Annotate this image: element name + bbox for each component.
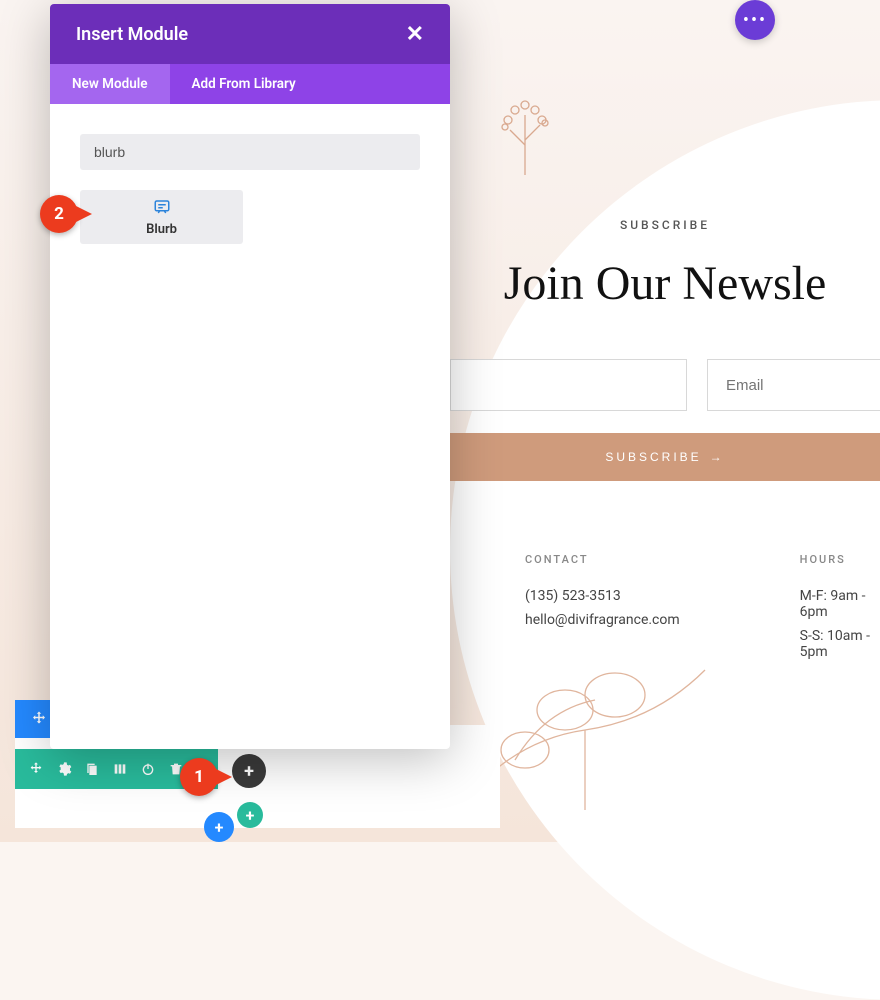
close-icon: ✕ bbox=[406, 22, 424, 47]
hours-column: HOURS M-F: 9am - 6pm S-S: 10am - 5pm bbox=[800, 553, 880, 668]
columns-icon bbox=[112, 761, 128, 777]
page-options-button[interactable]: ••• bbox=[735, 0, 775, 40]
email-field[interactable] bbox=[707, 359, 880, 411]
annotation-2: 2 bbox=[40, 195, 92, 233]
panel-title: Insert Module bbox=[76, 24, 188, 45]
panel-header: Insert Module ✕ bbox=[50, 4, 450, 64]
row-settings-button[interactable] bbox=[51, 756, 77, 782]
row-duplicate-button[interactable] bbox=[79, 756, 105, 782]
add-section-button[interactable]: + bbox=[204, 812, 234, 842]
hours-heading: HOURS bbox=[800, 553, 880, 566]
gear-icon bbox=[56, 761, 72, 777]
tab-add-from-library[interactable]: Add From Library bbox=[170, 64, 318, 104]
annotation-1: 1 bbox=[180, 758, 232, 796]
hours-line2: S-S: 10am - 5pm bbox=[800, 628, 880, 660]
newsletter-section: SUBSCRIBE Join Our Newsle SUBSCRIBE → CO… bbox=[450, 218, 880, 668]
power-icon bbox=[140, 761, 156, 777]
arrow-right-icon: → bbox=[710, 450, 725, 464]
panel-tabs: New Module Add From Library bbox=[50, 64, 450, 104]
module-label: Blurb bbox=[146, 222, 177, 237]
row-power-button[interactable] bbox=[135, 756, 161, 782]
move-icon bbox=[28, 761, 44, 777]
subscribe-button-label: SUBSCRIBE bbox=[605, 450, 701, 464]
move-icon bbox=[30, 710, 48, 728]
duplicate-icon bbox=[84, 761, 100, 777]
newsletter-eyebrow: SUBSCRIBE bbox=[450, 218, 880, 232]
ellipsis-icon: ••• bbox=[743, 10, 767, 31]
floral-decoration-top bbox=[490, 85, 560, 179]
newsletter-title: Join Our Newsle bbox=[450, 256, 880, 311]
panel-close-button[interactable]: ✕ bbox=[406, 22, 424, 47]
plus-icon: + bbox=[244, 761, 254, 782]
row-move-button[interactable] bbox=[23, 756, 49, 782]
tab-new-module[interactable]: New Module bbox=[50, 64, 170, 104]
contact-phone: (135) 523-3513 bbox=[525, 588, 680, 604]
hours-line1: M-F: 9am - 6pm bbox=[800, 588, 880, 620]
module-blurb[interactable]: Blurb bbox=[80, 190, 243, 244]
subscribe-button[interactable]: SUBSCRIBE → bbox=[450, 433, 880, 481]
annotation-tail bbox=[72, 204, 92, 224]
name-field[interactable] bbox=[450, 359, 687, 411]
plus-icon: + bbox=[246, 806, 255, 825]
contact-email: hello@divifragrance.com bbox=[525, 612, 680, 628]
contact-column: CONTACT (135) 523-3513 hello@divifragran… bbox=[525, 553, 680, 668]
contact-heading: CONTACT bbox=[525, 553, 680, 566]
blurb-icon bbox=[153, 198, 171, 220]
plus-icon: + bbox=[215, 818, 224, 837]
annotation-tail bbox=[212, 767, 232, 787]
row-columns-button[interactable] bbox=[107, 756, 133, 782]
add-module-button[interactable]: + bbox=[232, 754, 266, 788]
insert-module-panel: Insert Module ✕ New Module Add From Libr… bbox=[50, 4, 450, 749]
module-search-input[interactable] bbox=[80, 134, 420, 170]
add-row-button[interactable]: + bbox=[237, 802, 263, 828]
